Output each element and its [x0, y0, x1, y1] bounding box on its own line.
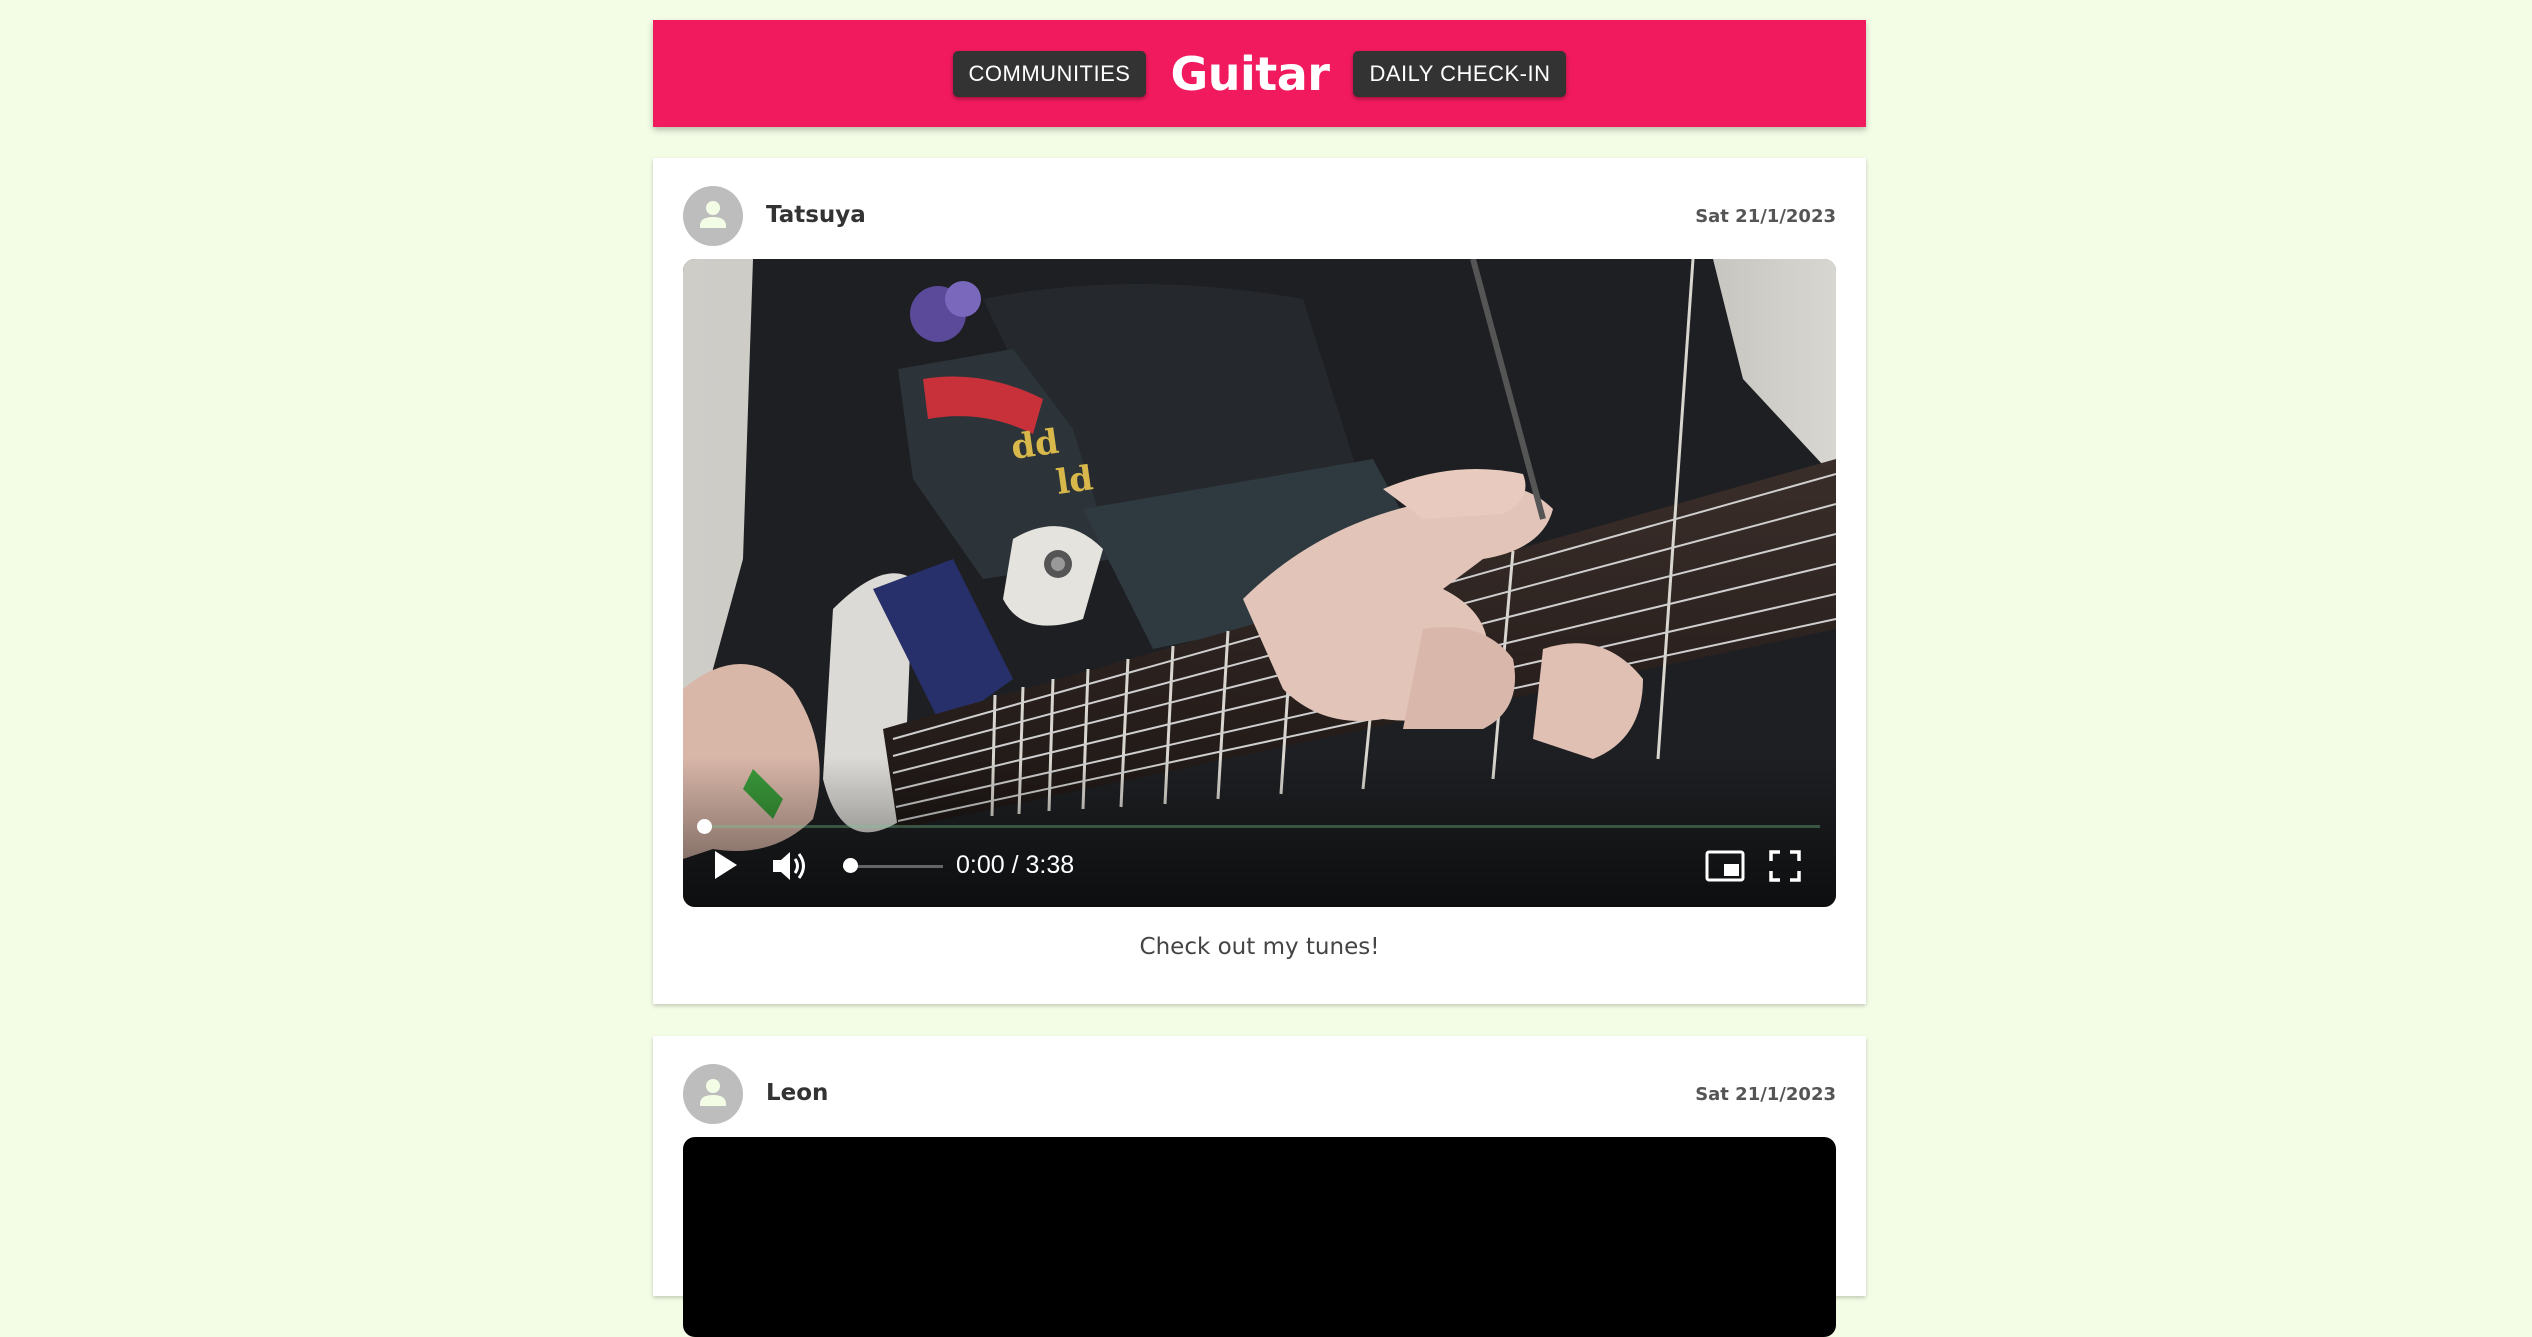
- picture-in-picture-icon: [1705, 850, 1745, 882]
- communities-button[interactable]: COMMUNITIES: [952, 50, 1147, 97]
- video-player[interactable]: [683, 1137, 1836, 1337]
- post-username[interactable]: Leon: [766, 1080, 828, 1106]
- person-icon: [700, 1079, 726, 1106]
- post-username[interactable]: Tatsuya: [766, 202, 866, 228]
- volume-handle[interactable]: [843, 858, 858, 873]
- post-caption: Check out my tunes!: [1139, 934, 1380, 960]
- page-title: Guitar: [1170, 46, 1330, 101]
- svg-text:ld: ld: [1054, 458, 1096, 503]
- avatar[interactable]: [683, 186, 743, 246]
- post-card: Leon Sat 21/1/2023: [653, 1036, 1866, 1337]
- volume-icon: [773, 852, 805, 880]
- person-icon: [700, 201, 726, 228]
- progress-bar[interactable]: [703, 825, 1820, 828]
- fullscreen-icon: [1769, 850, 1801, 882]
- fullscreen-button[interactable]: [1768, 849, 1802, 888]
- volume-slider[interactable]: [843, 865, 943, 868]
- controls-overlay: [683, 757, 1836, 907]
- daily-check-in-button[interactable]: DAILY CHECK-IN: [1353, 50, 1567, 97]
- post-card: Tatsuya Sat 21/1/2023 dd ld 0:00 / 3:38 …: [653, 158, 1866, 1004]
- svg-text:dd: dd: [1009, 422, 1062, 468]
- video-time: 0:00 / 3:38: [956, 851, 1075, 879]
- post-date: Sat 21/1/2023: [1695, 1084, 1836, 1105]
- mute-button[interactable]: [771, 849, 809, 888]
- video-player[interactable]: dd ld 0:00 / 3:38: [683, 259, 1836, 907]
- play-icon: [715, 851, 737, 879]
- avatar[interactable]: [683, 1064, 743, 1124]
- play-button[interactable]: [711, 849, 741, 886]
- picture-in-picture-button[interactable]: [1705, 849, 1745, 888]
- post-date: Sat 21/1/2023: [1695, 206, 1836, 227]
- progress-handle[interactable]: [697, 819, 712, 834]
- community-header: COMMUNITIES Guitar DAILY CHECK-IN: [653, 20, 1866, 127]
